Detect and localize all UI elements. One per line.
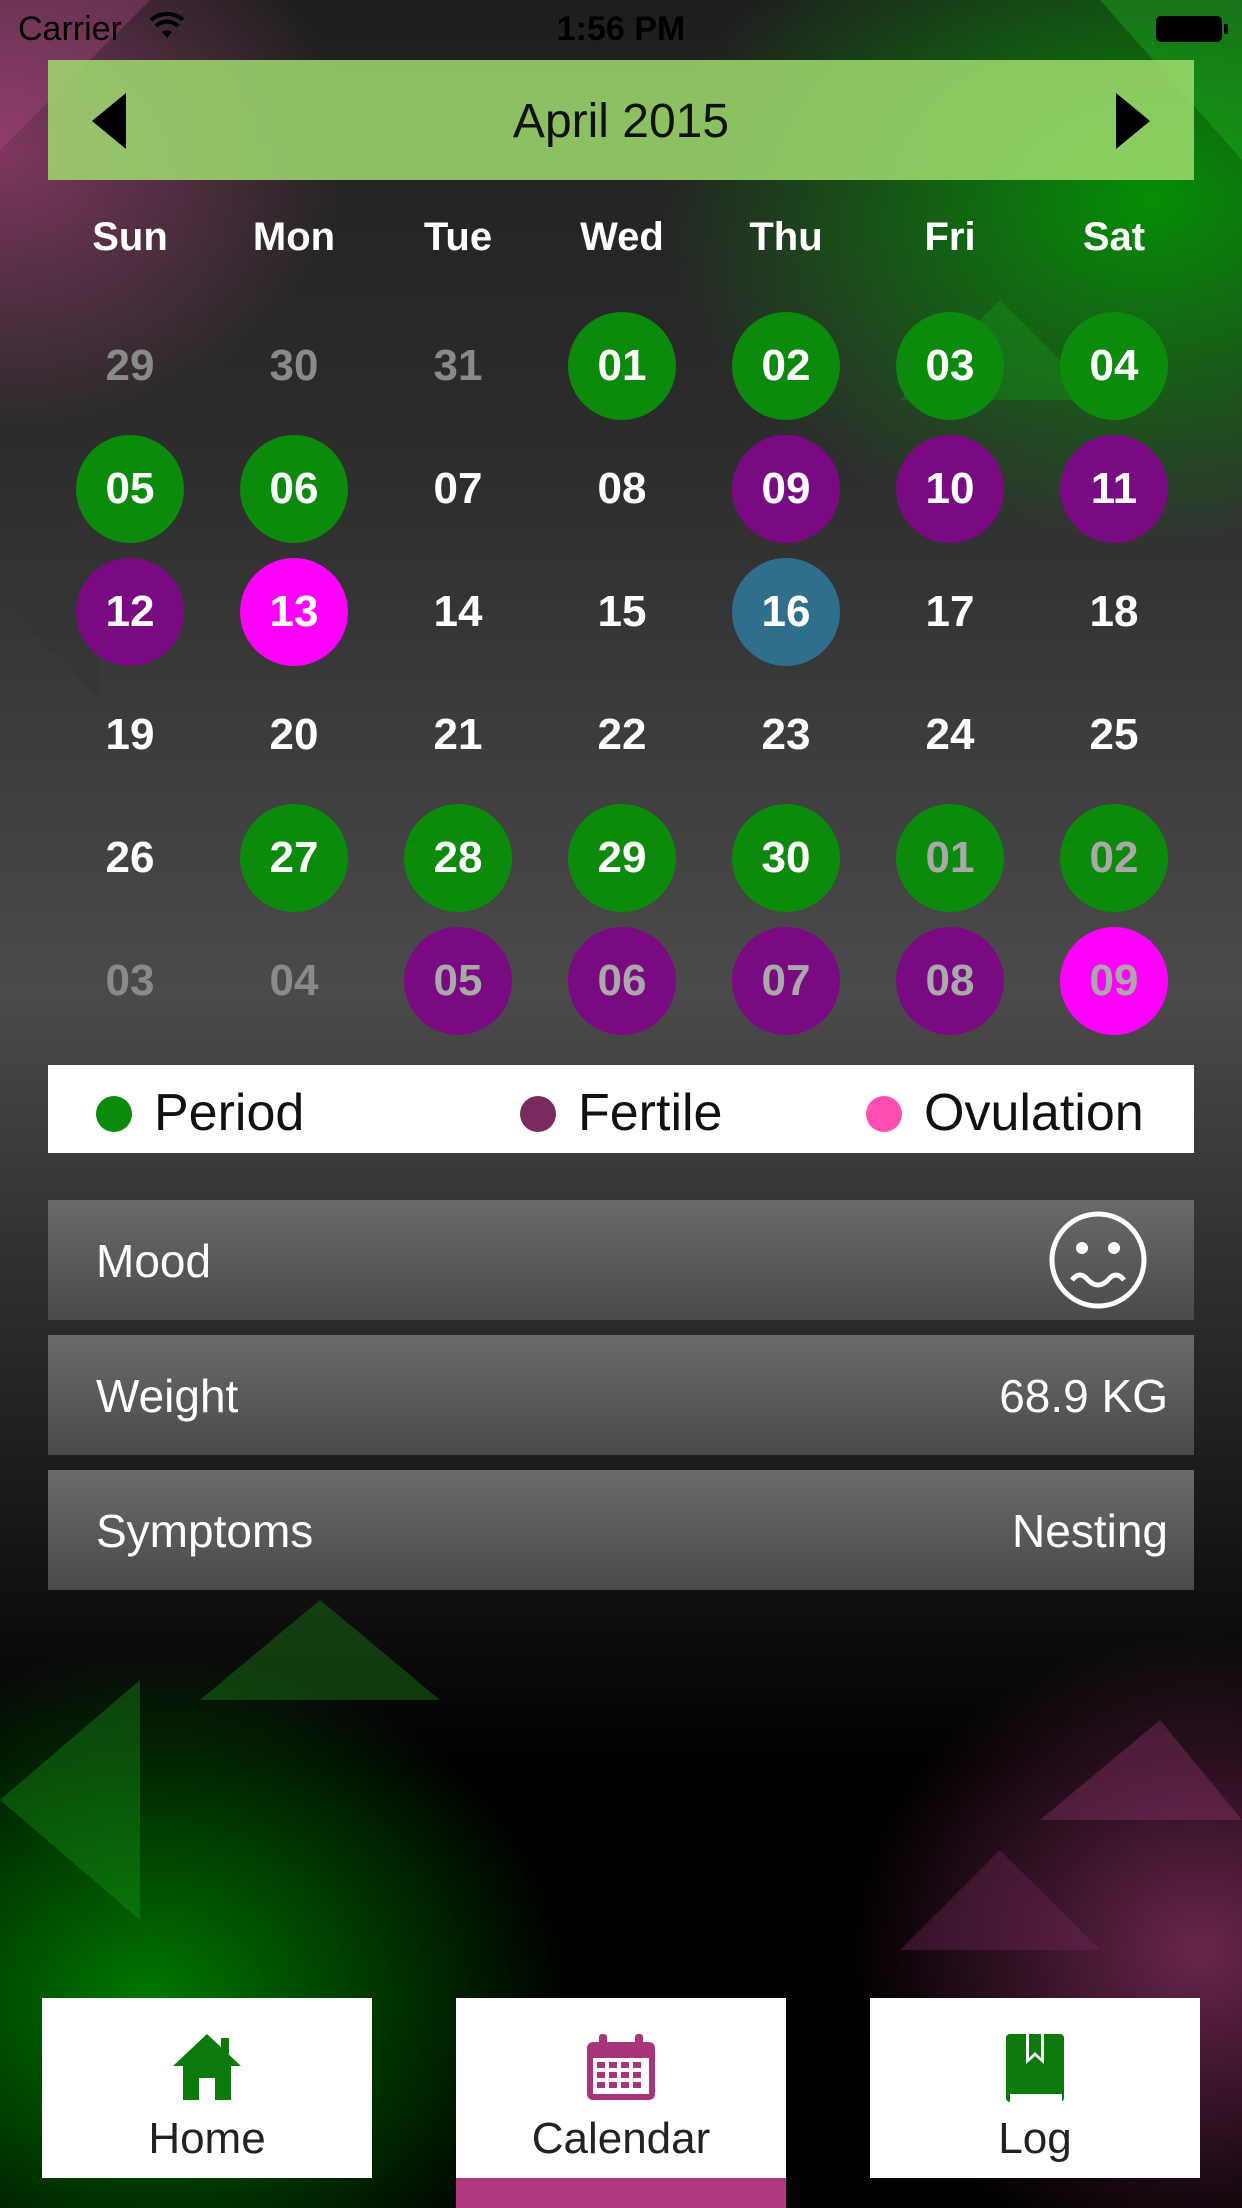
calendar-day[interactable]: 23 — [732, 681, 840, 789]
weekday-sat: Sat — [1082, 215, 1146, 259]
weekday-tue: Tue — [423, 215, 493, 259]
calendar-day[interactable]: 06 — [568, 927, 676, 1035]
ovulation-dot-icon — [866, 1096, 902, 1132]
tab-log-label: Log — [998, 2114, 1072, 2163]
calendar-day[interactable]: 06 — [240, 435, 348, 543]
calendar-day[interactable]: 20 — [240, 681, 348, 789]
calendar-day[interactable]: 07 — [732, 927, 840, 1035]
mood-row[interactable]: Mood — [48, 1200, 1194, 1320]
calendar-day[interactable]: 07 — [404, 435, 512, 543]
tab-calendar[interactable]: Calendar — [456, 1998, 786, 2208]
calendar-day[interactable]: 09 — [732, 435, 840, 543]
calendar-day[interactable]: 02 — [1060, 804, 1168, 912]
calendar-day[interactable]: 15 — [568, 558, 676, 666]
calendar-day[interactable]: 02 — [732, 312, 840, 420]
calendar-day[interactable]: 12 — [76, 558, 184, 666]
calendar-day[interactable]: 18 — [1060, 558, 1168, 666]
tab-bar: Home Calendar Log — [0, 1998, 1242, 2208]
symptoms-label: Symptoms — [96, 1505, 314, 1557]
calendar-day[interactable]: 04 — [240, 927, 348, 1035]
calendar-day[interactable]: 25 — [1060, 681, 1168, 789]
status-bar: Carrier 1:56 PM — [0, 0, 1242, 60]
calendar-day[interactable]: 29 — [568, 804, 676, 912]
calendar-day[interactable]: 09 — [1060, 927, 1168, 1035]
mood-label: Mood — [96, 1235, 212, 1287]
weekday-thu: Thu — [749, 215, 823, 259]
period-dot-icon — [96, 1096, 132, 1132]
weight-value: 68.9 KG — [999, 1370, 1168, 1422]
tab-home[interactable]: Home — [42, 1998, 372, 2178]
calendar-day[interactable]: 17 — [896, 558, 1004, 666]
clock: 1:56 PM — [556, 10, 686, 48]
calendar-day[interactable]: 21 — [404, 681, 512, 789]
symptoms-row[interactable]: Symptoms Nesting — [48, 1470, 1194, 1590]
tab-calendar-label: Calendar — [531, 2114, 711, 2163]
tab-log[interactable]: Log — [870, 1998, 1200, 2178]
calendar-day[interactable]: 26 — [76, 804, 184, 912]
calendar-day[interactable]: 31 — [404, 312, 512, 420]
calendar-icon — [587, 2034, 655, 2100]
calendar-day[interactable]: 01 — [568, 312, 676, 420]
month-header: April 2015 — [48, 60, 1194, 180]
tab-home-label: Home — [148, 2114, 266, 2163]
calendar-day[interactable]: 11 — [1060, 435, 1168, 543]
worried-face-icon[interactable] — [1048, 1210, 1148, 1310]
calendar-day[interactable]: 24 — [896, 681, 1004, 789]
weekday-fri: Fri — [924, 215, 976, 259]
legend-period-label: Period — [154, 1084, 305, 1142]
month-title: April 2015 — [512, 95, 730, 148]
weight-label: Weight — [96, 1370, 239, 1422]
next-month-button[interactable] — [1116, 93, 1150, 149]
calendar-day[interactable]: 03 — [896, 312, 1004, 420]
home-icon — [173, 2034, 241, 2100]
calendar-day[interactable]: 13 — [240, 558, 348, 666]
weekday-wed: Wed — [580, 215, 664, 259]
symptoms-value: Nesting — [1012, 1505, 1168, 1557]
calendar-day[interactable]: 10 — [896, 435, 1004, 543]
calendar-day[interactable]: 04 — [1060, 312, 1168, 420]
legend-ovulation-label: Ovulation — [924, 1084, 1144, 1142]
calendar-day[interactable]: 30 — [240, 312, 348, 420]
calendar-day[interactable]: 05 — [404, 927, 512, 1035]
calendar-day[interactable]: 05 — [76, 435, 184, 543]
calendar-day[interactable]: 28 — [404, 804, 512, 912]
calendar-day[interactable]: 27 — [240, 804, 348, 912]
weekday-mon: Mon — [252, 215, 336, 259]
legend: Period Fertile Ovulation — [48, 1065, 1194, 1153]
fertile-dot-icon — [520, 1096, 556, 1132]
calendar-day[interactable]: 01 — [896, 804, 1004, 912]
weekday-header: Sun Mon Tue Wed Thu Fri Sat — [48, 215, 1194, 275]
bookmark-book-icon — [1006, 2034, 1064, 2102]
weight-row[interactable]: Weight 68.9 KG — [48, 1335, 1194, 1455]
weekday-sun: Sun — [92, 215, 168, 259]
calendar-day[interactable]: 22 — [568, 681, 676, 789]
calendar-day[interactable]: 08 — [896, 927, 1004, 1035]
calendar-day[interactable]: 14 — [404, 558, 512, 666]
calendar-day[interactable]: 16 — [732, 558, 840, 666]
calendar-day[interactable]: 08 — [568, 435, 676, 543]
calendar-day[interactable]: 29 — [76, 312, 184, 420]
calendar-day[interactable]: 03 — [76, 927, 184, 1035]
legend-fertile-label: Fertile — [578, 1084, 723, 1142]
calendar-day[interactable]: 30 — [732, 804, 840, 912]
calendar-day[interactable]: 19 — [76, 681, 184, 789]
battery-icon — [1156, 16, 1228, 42]
